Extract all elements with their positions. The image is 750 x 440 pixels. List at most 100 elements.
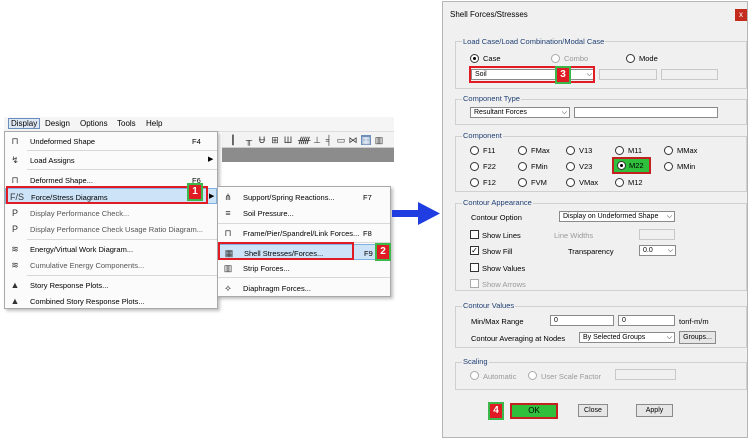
chevron-down-icon: ⌵	[667, 247, 673, 254]
averaging-value: By Selected Groups	[583, 334, 646, 341]
submenu-strip-forces[interactable]: ▥ Strip Forces...	[218, 260, 390, 276]
f11-label: F11	[483, 146, 496, 155]
frame-force-icon[interactable]: ⋈	[348, 135, 358, 145]
submenu-frame-forces[interactable]: ⊓ Frame/Pier/Spandrel/Link Forces... F8	[218, 225, 390, 241]
support-icon[interactable]: ╡	[324, 135, 334, 145]
menu-item-undeformed-shape[interactable]: ⊓ Undeformed Shape F4	[5, 133, 217, 149]
groups-button[interactable]: Groups...	[679, 331, 716, 344]
vmax-radio[interactable]	[566, 178, 575, 187]
ok-button[interactable]: OK	[510, 403, 558, 419]
show-fill-label: Show Fill	[482, 247, 513, 256]
show-values-label: Show Values	[482, 264, 526, 273]
menu-item-load-assigns[interactable]: ↯ Load Assigns ▶	[5, 152, 217, 168]
v13-radio[interactable]	[566, 146, 575, 155]
mmin-radio[interactable]	[664, 162, 673, 171]
f22-radio[interactable]	[470, 162, 479, 171]
averaging-select[interactable]: By Selected Groups ⌵	[579, 332, 675, 343]
menu-item-energy-diagram[interactable]: ≋ Energy/Virtual Work Diagram...	[5, 241, 217, 257]
m11-radio[interactable]	[615, 146, 624, 155]
display-menu: ⊓ Undeformed Shape F4 ↯ Load Assigns ▶ ⊓…	[4, 131, 218, 309]
menu-item-shortcut: F9	[364, 249, 373, 258]
highlight-force-stress	[6, 186, 208, 204]
submenu-support-reactions[interactable]: ⋔ Support/Spring Reactions... F7	[218, 189, 390, 205]
menu-item-label: Display Performance Check...	[30, 209, 130, 218]
v13-label: V13	[579, 146, 593, 155]
user-scale-label: User Scale Factor	[541, 372, 602, 381]
submenu-soil-pressure[interactable]: ≡ Soil Pressure...	[218, 205, 390, 221]
menu-item-performance-ratio[interactable]: P Display Performance Check Usage Ratio …	[5, 221, 217, 237]
case-radio[interactable]	[470, 54, 479, 63]
fmax-radio[interactable]	[518, 146, 527, 155]
automatic-radio[interactable]	[470, 371, 479, 380]
mode-radio[interactable]	[626, 54, 635, 63]
load-case-title: Load Case/Load Combination/Modal Case	[462, 37, 606, 46]
stress-icon[interactable]: Ш	[283, 135, 293, 145]
strip-icon[interactable]: ▥	[374, 135, 384, 145]
show-fill-checkbox[interactable]: ✓	[470, 246, 479, 255]
arrow-right-icon	[392, 202, 440, 225]
menu-display[interactable]: Display	[8, 118, 41, 129]
user-scale-radio[interactable]	[528, 371, 537, 380]
shell-icon[interactable]: ▦	[361, 135, 371, 145]
menu-item-label: Combined Story Response Plots...	[30, 297, 145, 306]
line-widths-field	[639, 229, 675, 240]
step-badge-1: 1	[187, 183, 203, 201]
contour-values-title: Contour Values	[462, 301, 516, 310]
menu-item-shortcut: F7	[363, 193, 372, 202]
combo-radio[interactable]	[551, 54, 560, 63]
apply-button[interactable]: Apply	[636, 404, 673, 417]
close-button[interactable]: Close	[578, 404, 608, 417]
support-icon: ⋔	[224, 192, 232, 202]
show-values-checkbox[interactable]	[470, 263, 479, 272]
transparency-value: 0.0	[643, 247, 653, 254]
show-arrows-label: Show Arrows	[482, 280, 526, 289]
v23-label: V23	[579, 162, 593, 171]
mmax-radio[interactable]	[664, 146, 673, 155]
graphics-area	[222, 148, 394, 162]
highlight-shell-stresses	[218, 242, 354, 260]
energy-icon: ≋	[11, 244, 19, 254]
transparency-select[interactable]: 0.0 ⌵	[639, 245, 676, 256]
menu-item-shortcut: F4	[192, 137, 201, 146]
cumulative-icon: ≋	[11, 260, 19, 270]
menu-item-label: Frame/Pier/Spandrel/Link Forces...	[243, 229, 360, 238]
force-icon[interactable]: ⊞	[270, 135, 280, 145]
f11-radio[interactable]	[470, 146, 479, 155]
menu-design[interactable]: Design	[45, 119, 70, 128]
v23-radio[interactable]	[566, 162, 575, 171]
soil-icon[interactable]: ▭	[336, 135, 346, 145]
show-lines-checkbox[interactable]	[470, 230, 479, 239]
menu-item-label: Deformed Shape...	[30, 176, 93, 185]
close-icon[interactable]: x	[735, 9, 747, 21]
range-max-input[interactable]: 0	[618, 315, 675, 326]
menu-help[interactable]: Help	[146, 119, 162, 128]
chevron-down-icon: ⌵	[666, 334, 672, 341]
menu-item-label: Energy/Virtual Work Diagram...	[30, 245, 134, 254]
component-type-value: Resultant Forces	[474, 109, 527, 116]
fmin-radio[interactable]	[518, 162, 527, 171]
contour-option-select[interactable]: Display on Undeformed Shape ⌵	[559, 211, 675, 222]
show-arrows-checkbox[interactable]	[470, 279, 479, 288]
scale-factor-field	[615, 369, 676, 380]
reaction-icon[interactable]: ᚏ	[298, 135, 310, 145]
m22-radio[interactable]	[617, 161, 626, 170]
menu-item-cumulative-energy[interactable]: ≋ Cumulative Energy Components...	[5, 257, 217, 273]
menu-item-display-performance-check[interactable]: P Display Performance Check...	[5, 205, 217, 221]
menu-item-combined-story-response[interactable]: ▲ Combined Story Response Plots...	[5, 293, 217, 309]
m12-radio[interactable]	[615, 178, 624, 187]
submenu-diaphragm-forces[interactable]: ⟡ Diaphragm Forces...	[218, 280, 390, 296]
combo-radio-label: Combo	[564, 54, 589, 63]
averaging-label: Contour Averaging at Nodes	[471, 334, 566, 343]
link-icon[interactable]: ⊥	[312, 135, 322, 145]
menu-options[interactable]: Options	[80, 119, 108, 128]
f12-radio[interactable]	[470, 178, 479, 187]
component-type-select[interactable]: Resultant Forces ⌵	[470, 107, 570, 118]
menu-item-story-response[interactable]: ▲ Story Response Plots...	[5, 277, 217, 293]
range-min-input[interactable]: 0	[550, 315, 614, 326]
deformed-icon[interactable]: Ʉ	[257, 135, 267, 145]
menu-item-label: Undeformed Shape	[30, 137, 96, 146]
frame-icon[interactable]: ╥	[244, 135, 254, 145]
fvm-radio[interactable]	[518, 178, 527, 187]
menu-item-label: Strip Forces...	[243, 264, 290, 273]
menu-tools[interactable]: Tools	[117, 119, 136, 128]
